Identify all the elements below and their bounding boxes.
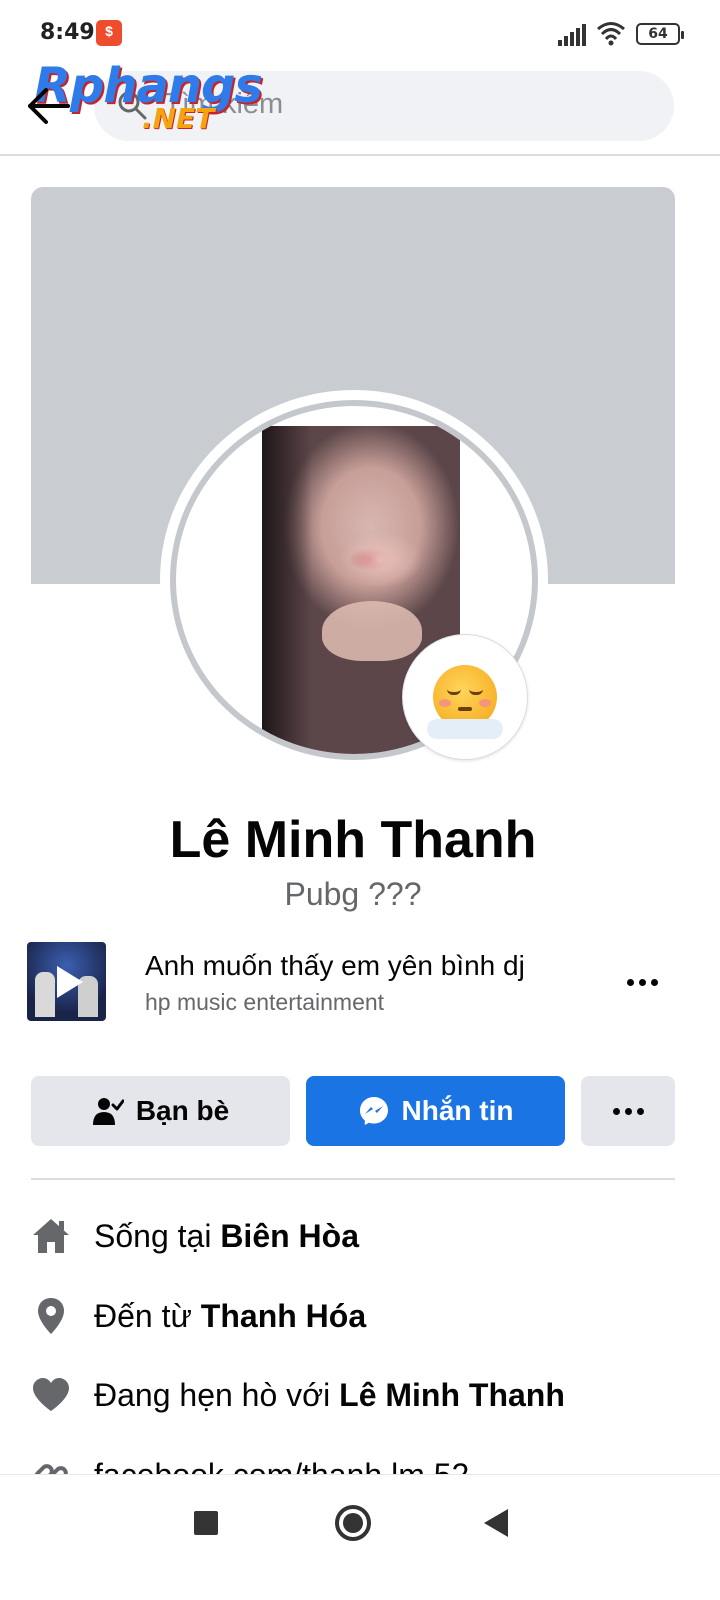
music-thumbnail[interactable] (27, 942, 106, 1021)
lives-in-value[interactable]: Biên Hòa (220, 1218, 359, 1254)
relationship-prefix: Đang hẹn hò với (94, 1377, 340, 1413)
emoji-cloud (427, 719, 503, 739)
location-pin-icon (38, 1298, 64, 1334)
search-placeholder: Tìm kiếm (164, 88, 284, 120)
from-text: Đến từ Thanh Hóa (94, 1298, 366, 1335)
from-prefix: Đến từ (94, 1298, 201, 1334)
lives-in-prefix: Sống tại (94, 1218, 221, 1254)
message-button-label: Nhắn tin (401, 1095, 514, 1126)
back-button[interactable] (22, 80, 74, 132)
home-button[interactable] (335, 1505, 371, 1541)
status-bar: 8:49 64 (0, 0, 720, 64)
battery-level: 64 (648, 26, 668, 42)
info-lives-in: Sống tại Biên Hòa (31, 1206, 691, 1266)
lives-in-text: Sống tại Biên Hòa (94, 1218, 359, 1255)
more-dot (612, 1107, 620, 1115)
more-dot (638, 978, 646, 986)
info-from: Đến từ Thanh Hóa (31, 1286, 691, 1346)
profile-music[interactable]: Anh muốn thấy em yên bình dj hp music en… (27, 942, 687, 1022)
friend-check-icon (92, 1098, 124, 1125)
system-back-button[interactable] (484, 1509, 508, 1537)
status-emoji-badge[interactable] (402, 634, 528, 760)
friends-button[interactable]: Bạn bè (31, 1076, 290, 1146)
section-divider (31, 1178, 675, 1180)
info-relationship: Đang hẹn hò với Lê Minh Thanh (31, 1365, 691, 1425)
wifi-icon (597, 22, 625, 46)
music-title: Anh muốn thấy em yên bình dj (145, 950, 525, 981)
battery-icon: 64 (636, 23, 684, 45)
back-arrow-icon (28, 88, 70, 124)
more-dot (650, 978, 658, 986)
emoji-right-eye (469, 689, 483, 695)
emoji-right-blush (479, 699, 491, 707)
header-divider (0, 154, 720, 156)
heart-icon (33, 1378, 69, 1411)
more-dot (624, 1107, 632, 1115)
message-button[interactable]: Nhắn tin (306, 1076, 565, 1146)
from-value[interactable]: Thanh Hóa (201, 1298, 366, 1334)
emoji-left-blush (439, 699, 451, 707)
play-icon (57, 966, 83, 998)
profile-bio: Pubg ??? (284, 876, 422, 912)
shop-notification-icon (96, 20, 122, 46)
music-artist: hp music entertainment (145, 989, 385, 1015)
relieved-face-icon (427, 665, 503, 739)
system-nav-bar (0, 1474, 720, 1600)
messenger-icon (359, 1097, 388, 1125)
recents-button[interactable] (194, 1511, 218, 1535)
more-dot (636, 1107, 644, 1115)
music-more-button[interactable] (617, 964, 667, 1000)
search-bar[interactable]: Tìm kiếm (94, 71, 674, 141)
friends-button-label: Bạn bè (135, 1095, 230, 1126)
more-options-button[interactable] (581, 1076, 675, 1146)
more-dot (626, 978, 634, 986)
home-icon (33, 1219, 69, 1253)
status-time: 8:49 (40, 20, 95, 45)
emoji-mouth (458, 707, 472, 711)
signal-icon (558, 24, 586, 46)
emoji-left-eye (447, 689, 461, 695)
search-icon (118, 91, 147, 120)
relationship-text: Đang hẹn hò với Lê Minh Thanh (94, 1377, 565, 1414)
profile-name: Lê Minh Thanh (169, 811, 537, 869)
relationship-value[interactable]: Lê Minh Thanh (339, 1377, 565, 1413)
